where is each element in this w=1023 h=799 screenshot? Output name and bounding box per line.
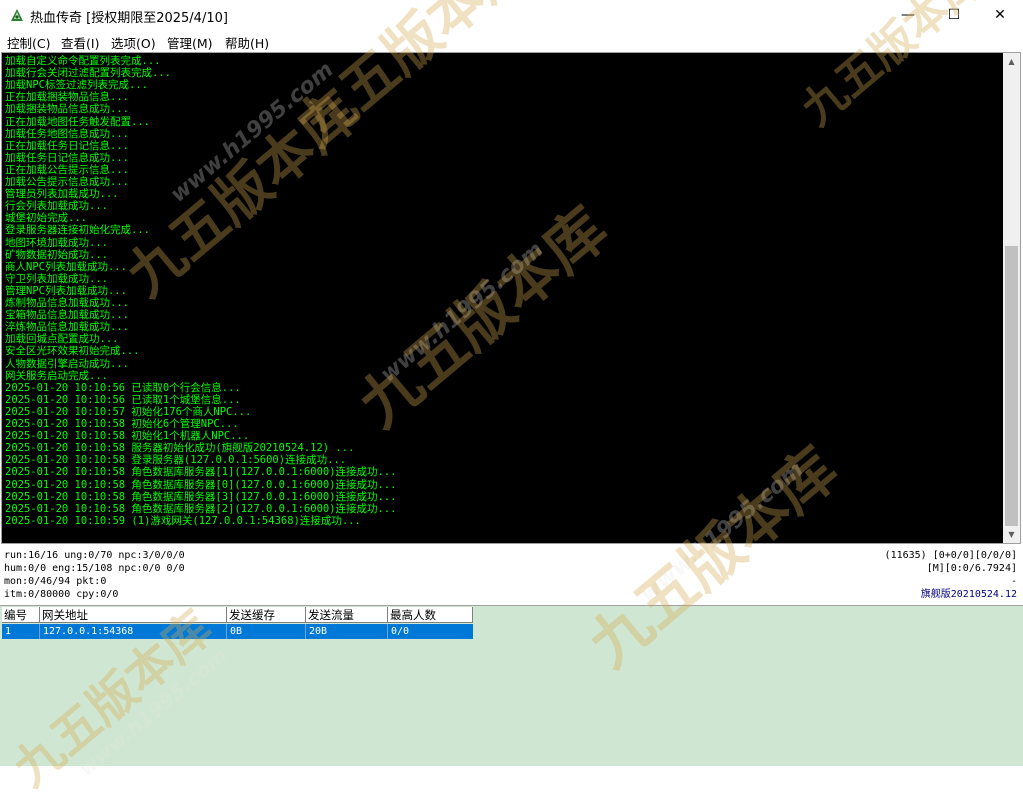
menu-manage[interactable]: 管理(M) bbox=[167, 33, 213, 52]
minimize-button[interactable]: — bbox=[885, 0, 931, 30]
log-line: 登录服务器连接初始化完成... bbox=[5, 224, 150, 237]
table-row[interactable]: 1 127.0.0.1:54368 0B 20B 0/0 bbox=[2, 624, 473, 639]
menu-bar: 控制(C) 查看(I) 选项(O) 管理(M) 帮助(H) bbox=[0, 30, 1023, 52]
log-line: 管理NPC列表加载成功... bbox=[5, 284, 127, 297]
log-line: 2025-01-20 10:10:58 角色数据库服务器[1](127.0.0.… bbox=[5, 466, 397, 479]
log-line: 2025-01-20 10:10:58 服务器初始化成功(旗舰版20210524… bbox=[5, 442, 355, 455]
col-address[interactable]: 网关地址 bbox=[40, 607, 227, 623]
status-mon: mon:0/46/94 pkt:0 bbox=[4, 576, 107, 587]
log-line: 人物数据引擎启动成功... bbox=[5, 357, 129, 370]
title-bar[interactable]: 热血传奇 [授权期限至2025/4/10] — ☐ ✕ bbox=[0, 0, 1023, 30]
log-line: 守卫列表加载成功... bbox=[5, 272, 108, 285]
scroll-down-icon[interactable]: ▼ bbox=[1003, 526, 1020, 543]
log-line: 地图环境加载成功... bbox=[5, 236, 108, 249]
gateway-grid-area[interactable]: 编号 网关地址 发送缓存 发送流量 最高人数 1 127.0.0.1:54368… bbox=[0, 605, 1023, 766]
cell-address: 127.0.0.1:54368 bbox=[40, 624, 227, 639]
log-line: 城堡初始完成... bbox=[5, 212, 87, 225]
log-line: 加载捆装物品信息成功... bbox=[5, 103, 129, 116]
log-line: 2025-01-20 10:10:56 已读取1个城堡信息... bbox=[5, 393, 241, 406]
app-icon bbox=[11, 9, 23, 21]
status-hum: hum:0/0 eng:15/108 npc:0/0 0/0 bbox=[4, 563, 185, 574]
menu-help[interactable]: 帮助(H) bbox=[225, 33, 269, 52]
col-id[interactable]: 编号 bbox=[2, 607, 40, 623]
col-max-users[interactable]: 最高人数 bbox=[388, 607, 473, 623]
cell-send-traffic: 20B bbox=[306, 624, 388, 639]
close-icon: ✕ bbox=[994, 7, 1006, 23]
console-scrollbar[interactable]: ▲ ▼ bbox=[1003, 53, 1020, 543]
maximize-icon: ☐ bbox=[947, 7, 961, 23]
log-line: 管理员列表加载成功... bbox=[5, 188, 119, 201]
log-line: 矿物数据初始成功... bbox=[5, 248, 108, 261]
log-line: 安全区光环效果初始完成... bbox=[5, 345, 140, 358]
log-line: 加载公告提示信息成功... bbox=[5, 176, 129, 188]
log-line: 网关服务启动完成... bbox=[5, 369, 108, 382]
log-line: 加载NPC标签过滤列表完成... bbox=[5, 79, 148, 92]
menu-options[interactable]: 选项(O) bbox=[111, 33, 156, 52]
status-panel: run:16/16 ung:0/70 npc:3/0/0/0 hum:0/0 e… bbox=[0, 545, 1023, 605]
log-line: 正在加载地图任务触发配置... bbox=[5, 115, 150, 128]
cell-send-buffer: 0B bbox=[227, 624, 306, 639]
maximize-button[interactable]: ☐ bbox=[931, 0, 977, 30]
log-console[interactable]: 加载自定义命令配置列表完成... 加载行会关闭过滤配置列表完成... 加载NPC标签… bbox=[1, 52, 1021, 544]
minimize-icon: — bbox=[901, 7, 915, 23]
col-send-traffic[interactable]: 发送流量 bbox=[306, 607, 388, 623]
log-line: 2025-01-20 10:10:57 初始化176个商人NPC... bbox=[5, 405, 252, 418]
log-line: 2025-01-20 10:10:56 已读取0个行会信息... bbox=[5, 381, 241, 394]
cell-max-users: 0/0 bbox=[391, 626, 410, 637]
status-itm: itm:0/80000 cpy:0/0 bbox=[4, 589, 119, 600]
log-line: 加载回城点配置成功... bbox=[5, 333, 119, 346]
log-line: 2025-01-20 10:10:58 角色数据库服务器[0](127.0.0.… bbox=[5, 478, 397, 491]
scroll-thumb[interactable] bbox=[1005, 246, 1018, 526]
log-line: 2025-01-20 10:10:58 角色数据库服务器[3](127.0.0.… bbox=[5, 490, 397, 503]
log-line: 2025-01-20 10:10:58 登录服务器(127.0.0.1:5600… bbox=[5, 454, 347, 467]
col-send-buffer[interactable]: 发送缓存 bbox=[227, 607, 306, 623]
log-line: 商人NPC列表加载成功... bbox=[5, 260, 127, 273]
log-output: 加载自定义命令配置列表完成... 加载行会关闭过滤配置列表完成... 加载NPC标签… bbox=[2, 53, 1003, 543]
status-memory: [M][0:0/6.7924] bbox=[926, 563, 1017, 574]
log-line: 加载自定义命令配置列表完成... bbox=[5, 55, 161, 67]
status-run: run:16/16 ung:0/70 npc:3/0/0/0 bbox=[4, 550, 185, 561]
status-dash: - bbox=[1010, 576, 1017, 587]
log-line: 正在加载捆装物品信息... bbox=[5, 91, 129, 104]
log-line: 2025-01-20 10:10:58 角色数据库服务器[2](127.0.0.… bbox=[5, 502, 397, 515]
window-title: 热血传奇 [授权期限至2025/4/10] bbox=[30, 11, 228, 26]
log-line: 正在加载任务日记信息... bbox=[5, 139, 129, 152]
log-line: 行会列表加载成功... bbox=[5, 200, 108, 213]
log-line: 加载任务日记信息成功... bbox=[5, 151, 129, 164]
log-line: 加载行会关闭过滤配置列表完成... bbox=[5, 67, 171, 80]
close-button[interactable]: ✕ bbox=[977, 0, 1023, 30]
log-line: 炼制物品信息加载成功... bbox=[5, 297, 129, 309]
menu-view[interactable]: 查看(I) bbox=[61, 33, 99, 52]
log-line: 正在加载公告提示信息... bbox=[5, 163, 129, 176]
status-version: 旗舰版20210524.12 bbox=[920, 589, 1017, 600]
cell-id: 1 bbox=[2, 624, 40, 639]
log-line: 2025-01-20 10:10:58 初始化1个机器人NPC... bbox=[5, 430, 250, 443]
log-line: 淬炼物品信息加载成功... bbox=[5, 321, 129, 334]
scroll-up-icon[interactable]: ▲ bbox=[1003, 53, 1020, 70]
menu-control[interactable]: 控制(C) bbox=[7, 33, 50, 52]
log-line: 宝箱物品信息加载成功... bbox=[5, 309, 129, 322]
log-line: 加载任务地图信息成功... bbox=[5, 127, 129, 140]
log-line: 2025-01-20 10:10:58 初始化6个管理NPC... bbox=[5, 418, 239, 430]
log-line: 2025-01-20 10:10:59 (1)游戏网关(127.0.0.1:54… bbox=[5, 514, 361, 527]
status-counter: (11635) [0+0/0][0/0/0] bbox=[884, 550, 1017, 561]
